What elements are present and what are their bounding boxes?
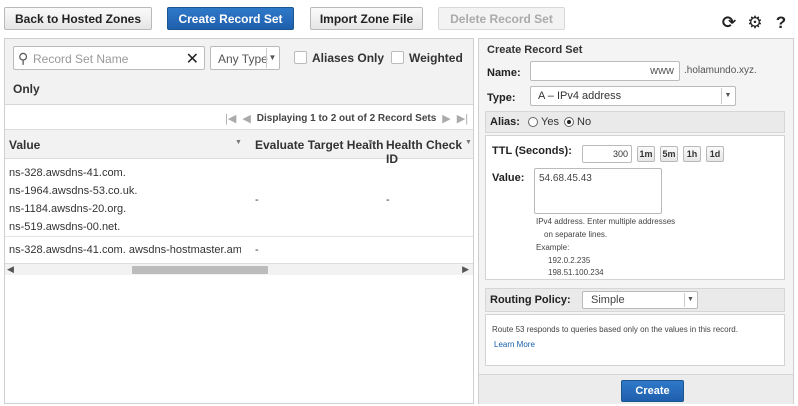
name-input[interactable]: www — [530, 61, 680, 81]
evaluate-target-health-cell: - — [255, 194, 259, 206]
alias-no-label: No — [577, 116, 592, 128]
value-line: ns-1184.awsdns-20.org. — [9, 203, 127, 215]
sort-icon[interactable]: ▼ — [465, 139, 472, 146]
sort-icon[interactable]: ▼ — [367, 139, 374, 146]
value-help-1: IPv4 address. Enter multiple addresses — [536, 217, 676, 226]
type-select-value: A – IPv4 address — [538, 90, 622, 102]
row-divider — [5, 236, 473, 237]
help-icon[interactable]: ? — [772, 13, 790, 33]
last-page-icon[interactable]: ▶| — [457, 112, 468, 125]
value-textarea[interactable]: 54.68.45.43 — [534, 168, 662, 214]
scrollbar-thumb[interactable] — [132, 266, 268, 274]
learn-more-link[interactable]: Learn More — [494, 340, 535, 349]
value-line: ns-328.awsdns-41.com. awsdns-hostmaster.… — [9, 244, 241, 256]
value-line: ns-1964.awsdns-53.co.uk. — [9, 185, 138, 197]
routing-help-box: Route 53 responds to queries based only … — [485, 314, 785, 366]
alias-row: Alias: Yes No — [485, 111, 785, 133]
pager-text: Displaying 1 to 2 out of 2 Record Sets — [256, 113, 437, 124]
type-label: Type: — [487, 92, 516, 104]
aliases-only-label: Aliases Only — [312, 51, 385, 65]
alias-yes-radio[interactable] — [528, 117, 538, 127]
import-zone-file-button[interactable]: Import Zone File — [310, 7, 423, 30]
name-input-value: www — [650, 65, 674, 77]
first-page-icon[interactable]: |◀ — [225, 112, 236, 125]
routing-policy-label: Routing Policy: — [490, 294, 571, 306]
scroll-left-icon[interactable]: ◀ — [7, 264, 14, 275]
name-label: Name: — [487, 67, 521, 79]
value-line: ns-328.awsdns-41.com. — [9, 167, 126, 179]
ttl-label: TTL (Seconds): — [492, 145, 572, 157]
type-filter-value: Any Type — [218, 52, 268, 66]
ttl-1d-button[interactable]: 1d — [706, 146, 724, 162]
delete-record-set-button[interactable]: Delete Record Set — [438, 7, 565, 30]
back-to-hosted-zones-button[interactable]: Back to Hosted Zones — [4, 7, 152, 30]
scroll-right-icon[interactable]: ▶ — [462, 264, 469, 275]
type-select[interactable]: A – IPv4 address ▼ — [530, 86, 736, 106]
value-textarea-text: 54.68.45.43 — [539, 173, 592, 184]
prev-page-icon[interactable]: ◀ — [242, 112, 250, 125]
health-check-cell: - — [386, 194, 390, 206]
sort-icon[interactable]: ▼ — [235, 139, 242, 146]
evaluate-target-health-cell: - — [255, 244, 259, 256]
routing-policy-row: Routing Policy: Simple ▼ — [485, 288, 785, 312]
ttl-input-value: 300 — [612, 149, 628, 159]
aliases-only-checkbox[interactable] — [294, 51, 307, 64]
gear-icon[interactable]: ⚙ — [746, 13, 764, 33]
clear-icon[interactable]: ✕ — [186, 49, 199, 69]
refresh-icon[interactable]: ⟳ — [720, 13, 738, 33]
alias-label: Alias: — [490, 116, 520, 128]
record-values-box: TTL (Seconds): 300 1m 5m 1h 1d Value: 54… — [485, 135, 785, 280]
value-help-example-1: 192.0.2.235 — [548, 256, 591, 265]
panel-title: Create Record Set — [487, 44, 583, 56]
routing-policy-value: Simple — [591, 294, 625, 306]
search-placeholder: Record Set Name — [33, 52, 129, 66]
value-line: ns-519.awsdns-00.net. — [9, 221, 121, 233]
form-footer: Create — [479, 374, 793, 404]
chevron-down-icon: ▼ — [684, 293, 696, 307]
value-help-2: on separate lines. — [544, 230, 608, 239]
weighted-only-label-1: Weighted — [409, 51, 463, 65]
create-record-set-button[interactable]: Create Record Set — [167, 7, 294, 30]
create-button[interactable]: Create — [621, 380, 684, 402]
weighted-only-label-2: Only — [13, 82, 40, 96]
filter-bar: ⚲ Record Set Name ✕ Any Type ▼ Aliases O… — [5, 39, 473, 105]
value-label: Value: — [492, 172, 525, 184]
routing-help-text: Route 53 responds to queries based only … — [492, 325, 738, 334]
ttl-1h-button[interactable]: 1h — [683, 146, 701, 162]
column-health-check-id[interactable]: Health Check ID — [386, 138, 473, 166]
column-value[interactable]: Value — [9, 138, 40, 152]
table-header: Value ▼ Evaluate Target Health ▼ Health … — [5, 129, 473, 166]
alias-yes-label: Yes — [541, 116, 559, 128]
pager: |◀ ◀ Displaying 1 to 2 out of 2 Record S… — [225, 112, 468, 125]
routing-policy-select[interactable]: Simple ▼ — [582, 291, 698, 309]
create-record-set-panel: Create Record Set Name: www .holamundo.x… — [478, 38, 794, 404]
value-help-example: Example: — [536, 243, 570, 252]
ttl-input[interactable]: 300 — [582, 145, 632, 163]
search-input[interactable]: ⚲ Record Set Name ✕ — [13, 46, 205, 70]
ttl-5m-button[interactable]: 5m — [660, 146, 678, 162]
type-filter-select[interactable]: Any Type ▼ — [210, 46, 280, 70]
chevron-down-icon: ▼ — [266, 48, 278, 68]
weighted-only-checkbox[interactable] — [391, 51, 404, 64]
ttl-1m-button[interactable]: 1m — [637, 146, 655, 162]
chevron-down-icon: ▼ — [721, 88, 734, 104]
alias-no-radio[interactable] — [564, 117, 574, 127]
column-evaluate-target-health[interactable]: Evaluate Target Health — [255, 138, 383, 152]
value-help-example-2: 198.51.100.234 — [548, 268, 604, 277]
next-page-icon[interactable]: ▶ — [442, 112, 450, 125]
domain-suffix: .holamundo.xyz. — [684, 65, 757, 76]
search-icon: ⚲ — [18, 50, 29, 66]
record-sets-panel: ⚲ Record Set Name ✕ Any Type ▼ Aliases O… — [4, 38, 474, 404]
horizontal-scrollbar[interactable]: ◀ ▶ — [5, 263, 473, 275]
